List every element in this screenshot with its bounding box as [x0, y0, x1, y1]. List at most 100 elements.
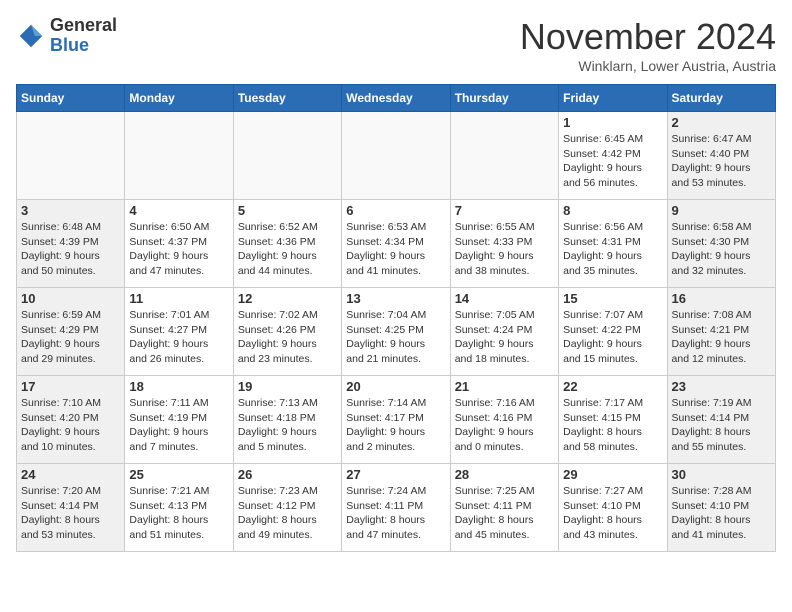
day-number: 19	[238, 379, 337, 394]
day-info: Sunrise: 7:19 AM Sunset: 4:14 PM Dayligh…	[672, 396, 771, 455]
logo-general: General	[50, 15, 117, 35]
page-header: General Blue November 2024 Winklarn, Low…	[16, 16, 776, 74]
calendar-cell: 16 Sunrise: 7:08 AM Sunset: 4:21 PM Dayli…	[667, 288, 775, 376]
calendar-cell	[17, 112, 125, 200]
day-info: Sunrise: 7:27 AM Sunset: 4:10 PM Dayligh…	[563, 484, 662, 543]
calendar-cell: 6 Sunrise: 6:53 AM Sunset: 4:34 PM Daylig…	[342, 200, 450, 288]
day-number: 13	[346, 291, 445, 306]
calendar-cell: 17 Sunrise: 7:10 AM Sunset: 4:20 PM Dayli…	[17, 376, 125, 464]
location-subtitle: Winklarn, Lower Austria, Austria	[520, 58, 776, 74]
day-number: 30	[672, 467, 771, 482]
calendar-cell	[342, 112, 450, 200]
day-number: 3	[21, 203, 120, 218]
week-row-2: 3Sunrise: 6:48 AM Sunset: 4:39 PM Daylig…	[17, 200, 776, 288]
calendar-cell: 21 Sunrise: 7:16 AM Sunset: 4:16 PM Dayli…	[450, 376, 558, 464]
calendar-cell: 8Sunrise: 6:56 AM Sunset: 4:31 PM Daylig…	[559, 200, 667, 288]
calendar-cell: 2 Sunrise: 6:47 AM Sunset: 4:40 PM Daylig…	[667, 112, 775, 200]
day-number: 26	[238, 467, 337, 482]
logo-icon	[16, 21, 46, 51]
calendar-cell: 25 Sunrise: 7:21 AM Sunset: 4:13 PM Dayli…	[125, 464, 233, 552]
day-info: Sunrise: 7:07 AM Sunset: 4:22 PM Dayligh…	[563, 308, 662, 367]
day-info: Sunrise: 7:28 AM Sunset: 4:10 PM Dayligh…	[672, 484, 771, 543]
calendar-cell: 15 Sunrise: 7:07 AM Sunset: 4:22 PM Dayli…	[559, 288, 667, 376]
day-info: Sunrise: 6:55 AM Sunset: 4:33 PM Dayligh…	[455, 220, 554, 279]
day-number: 2	[672, 115, 771, 130]
day-info: Sunrise: 6:59 AM Sunset: 4:29 PM Dayligh…	[21, 308, 120, 367]
calendar-cell: 29 Sunrise: 7:27 AM Sunset: 4:10 PM Dayli…	[559, 464, 667, 552]
calendar-cell: 30 Sunrise: 7:28 AM Sunset: 4:10 PM Dayli…	[667, 464, 775, 552]
day-info: Sunrise: 6:45 AM Sunset: 4:42 PM Dayligh…	[563, 132, 662, 191]
day-info: Sunrise: 7:16 AM Sunset: 4:16 PM Dayligh…	[455, 396, 554, 455]
calendar-cell	[125, 112, 233, 200]
day-info: Sunrise: 7:17 AM Sunset: 4:15 PM Dayligh…	[563, 396, 662, 455]
week-row-5: 24 Sunrise: 7:20 AM Sunset: 4:14 PM Dayli…	[17, 464, 776, 552]
day-info: Sunrise: 7:10 AM Sunset: 4:20 PM Dayligh…	[21, 396, 120, 455]
day-info: Sunrise: 7:02 AM Sunset: 4:26 PM Dayligh…	[238, 308, 337, 367]
calendar-cell: 4 Sunrise: 6:50 AM Sunset: 4:37 PM Daylig…	[125, 200, 233, 288]
day-info: Sunrise: 6:47 AM Sunset: 4:40 PM Dayligh…	[672, 132, 771, 191]
day-info: Sunrise: 6:52 AM Sunset: 4:36 PM Dayligh…	[238, 220, 337, 279]
day-info: Sunrise: 6:58 AM Sunset: 4:30 PM Dayligh…	[672, 220, 771, 279]
calendar-cell: 26Sunrise: 7:23 AM Sunset: 4:12 PM Dayli…	[233, 464, 341, 552]
calendar-cell: 5Sunrise: 6:52 AM Sunset: 4:36 PM Daylig…	[233, 200, 341, 288]
weekday-header-wednesday: Wednesday	[342, 85, 450, 112]
day-number: 9	[672, 203, 771, 218]
calendar-cell: 13Sunrise: 7:04 AM Sunset: 4:25 PM Dayli…	[342, 288, 450, 376]
calendar-cell: 22Sunrise: 7:17 AM Sunset: 4:15 PM Dayli…	[559, 376, 667, 464]
day-number: 21	[455, 379, 554, 394]
weekday-header-sunday: Sunday	[17, 85, 125, 112]
day-number: 14	[455, 291, 554, 306]
day-number: 16	[672, 291, 771, 306]
weekday-header-thursday: Thursday	[450, 85, 558, 112]
weekday-header-friday: Friday	[559, 85, 667, 112]
calendar-cell: 20Sunrise: 7:14 AM Sunset: 4:17 PM Dayli…	[342, 376, 450, 464]
week-row-3: 10 Sunrise: 6:59 AM Sunset: 4:29 PM Dayli…	[17, 288, 776, 376]
day-number: 6	[346, 203, 445, 218]
calendar-cell: 23 Sunrise: 7:19 AM Sunset: 4:14 PM Dayli…	[667, 376, 775, 464]
calendar-cell	[450, 112, 558, 200]
day-number: 27	[346, 467, 445, 482]
calendar-cell: 28 Sunrise: 7:25 AM Sunset: 4:11 PM Dayli…	[450, 464, 558, 552]
weekday-header-saturday: Saturday	[667, 85, 775, 112]
week-row-4: 17 Sunrise: 7:10 AM Sunset: 4:20 PM Dayli…	[17, 376, 776, 464]
day-number: 28	[455, 467, 554, 482]
calendar-cell: 3Sunrise: 6:48 AM Sunset: 4:39 PM Daylig…	[17, 200, 125, 288]
day-info: Sunrise: 6:53 AM Sunset: 4:34 PM Dayligh…	[346, 220, 445, 279]
calendar-cell: 11 Sunrise: 7:01 AM Sunset: 4:27 PM Dayli…	[125, 288, 233, 376]
day-info: Sunrise: 7:01 AM Sunset: 4:27 PM Dayligh…	[129, 308, 228, 367]
day-info: Sunrise: 7:24 AM Sunset: 4:11 PM Dayligh…	[346, 484, 445, 543]
weekday-header-tuesday: Tuesday	[233, 85, 341, 112]
week-row-1: 1 Sunrise: 6:45 AM Sunset: 4:42 PM Daylig…	[17, 112, 776, 200]
day-number: 17	[21, 379, 120, 394]
logo-text: General Blue	[50, 16, 117, 56]
day-info: Sunrise: 7:08 AM Sunset: 4:21 PM Dayligh…	[672, 308, 771, 367]
day-number: 25	[129, 467, 228, 482]
day-number: 4	[129, 203, 228, 218]
calendar-cell: 18Sunrise: 7:11 AM Sunset: 4:19 PM Dayli…	[125, 376, 233, 464]
day-number: 29	[563, 467, 662, 482]
day-info: Sunrise: 7:25 AM Sunset: 4:11 PM Dayligh…	[455, 484, 554, 543]
logo: General Blue	[16, 16, 117, 56]
title-block: November 2024 Winklarn, Lower Austria, A…	[520, 16, 776, 74]
calendar-cell: 1 Sunrise: 6:45 AM Sunset: 4:42 PM Daylig…	[559, 112, 667, 200]
day-info: Sunrise: 7:14 AM Sunset: 4:17 PM Dayligh…	[346, 396, 445, 455]
calendar-cell: 7 Sunrise: 6:55 AM Sunset: 4:33 PM Daylig…	[450, 200, 558, 288]
calendar-cell: 12 Sunrise: 7:02 AM Sunset: 4:26 PM Dayli…	[233, 288, 341, 376]
day-info: Sunrise: 7:05 AM Sunset: 4:24 PM Dayligh…	[455, 308, 554, 367]
weekday-header-monday: Monday	[125, 85, 233, 112]
calendar-cell: 14 Sunrise: 7:05 AM Sunset: 4:24 PM Dayli…	[450, 288, 558, 376]
day-number: 1	[563, 115, 662, 130]
day-info: Sunrise: 6:50 AM Sunset: 4:37 PM Dayligh…	[129, 220, 228, 279]
day-number: 18	[129, 379, 228, 394]
calendar-cell: 27 Sunrise: 7:24 AM Sunset: 4:11 PM Dayli…	[342, 464, 450, 552]
day-number: 15	[563, 291, 662, 306]
calendar-cell: 24 Sunrise: 7:20 AM Sunset: 4:14 PM Dayli…	[17, 464, 125, 552]
day-number: 23	[672, 379, 771, 394]
day-info: Sunrise: 7:21 AM Sunset: 4:13 PM Dayligh…	[129, 484, 228, 543]
day-number: 10	[21, 291, 120, 306]
day-number: 7	[455, 203, 554, 218]
day-number: 12	[238, 291, 337, 306]
day-number: 24	[21, 467, 120, 482]
day-number: 11	[129, 291, 228, 306]
day-info: Sunrise: 7:20 AM Sunset: 4:14 PM Dayligh…	[21, 484, 120, 543]
